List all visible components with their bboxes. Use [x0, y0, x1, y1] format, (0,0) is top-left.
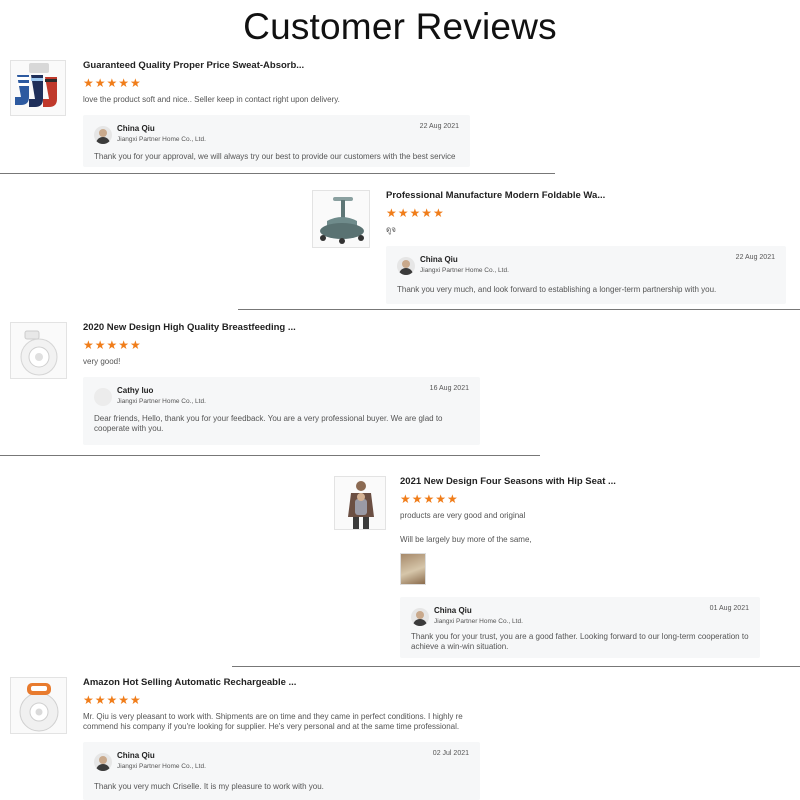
review-text: ดูจ	[386, 225, 396, 234]
reply-date: 02 Jul 2021	[432, 750, 469, 757]
review-text: love the product soft and nice.. Seller …	[83, 95, 340, 104]
product-title[interactable]: 2020 New Design High Quality Breastfeedi…	[83, 322, 296, 334]
seller-company: Jiangxi Partner Home Co., Ltd.	[434, 618, 523, 625]
socks-product-image	[11, 61, 65, 115]
product-thumbnail[interactable]	[10, 677, 67, 734]
reply-message: Thank you for your trust, you are a good…	[411, 632, 749, 651]
review-card: 2020 New Design High Quality Breastfeedi…	[10, 322, 490, 450]
product-thumbnail[interactable]	[334, 476, 386, 530]
seller-company: Jiangxi Partner Home Co., Ltd.	[117, 763, 206, 770]
star-rating: ★★★★★	[83, 693, 142, 707]
breast-pump-product-image	[11, 323, 66, 378]
divider	[0, 173, 555, 174]
seller-avatar	[94, 753, 112, 771]
seller-name: China Qiu	[117, 751, 155, 760]
review-card: Professional Manufacture Modern Foldable…	[312, 190, 790, 308]
divider	[238, 309, 800, 310]
seller-reply: China Qiu Jiangxi Partner Home Co., Ltd.…	[400, 597, 760, 658]
reply-date: 22 Aug 2021	[735, 254, 775, 261]
seller-avatar	[94, 388, 112, 406]
divider	[232, 666, 800, 667]
baby-carrier-product-image	[335, 477, 385, 529]
seller-company: Jiangxi Partner Home Co., Ltd.	[420, 267, 509, 274]
seller-avatar	[411, 608, 429, 626]
product-title[interactable]: 2021 New Design Four Seasons with Hip Se…	[400, 476, 616, 488]
star-rating: ★★★★★	[83, 76, 142, 90]
star-rating: ★★★★★	[386, 206, 445, 220]
seller-company: Jiangxi Partner Home Co., Ltd.	[117, 398, 206, 405]
review-text: very good!	[83, 357, 121, 366]
seller-name: Cathy luo	[117, 386, 154, 395]
product-thumbnail[interactable]	[10, 60, 66, 116]
reply-message: Thank you very much, and look forward to…	[397, 285, 717, 294]
wearable-pump-product-image	[11, 678, 66, 733]
product-thumbnail[interactable]	[312, 190, 370, 248]
seller-name: China Qiu	[434, 606, 472, 615]
reply-date: 22 Aug 2021	[419, 123, 459, 130]
product-title[interactable]: Amazon Hot Selling Automatic Rechargeabl…	[83, 677, 467, 689]
review-card: Amazon Hot Selling Automatic Rechargeabl…	[10, 677, 480, 800]
product-title[interactable]: Guaranteed Quality Proper Price Sweat-Ab…	[83, 60, 340, 72]
seller-avatar	[397, 257, 415, 275]
reply-date: 01 Aug 2021	[709, 605, 749, 612]
seller-reply: Cathy luo Jiangxi Partner Home Co., Ltd.…	[83, 377, 480, 445]
seller-name: China Qiu	[420, 255, 458, 264]
product-title[interactable]: Professional Manufacture Modern Foldable…	[386, 190, 605, 202]
seller-reply: China Qiu Jiangxi Partner Home Co., Ltd.…	[83, 115, 470, 167]
baby-walker-product-image	[313, 191, 369, 247]
divider	[0, 455, 540, 456]
seller-reply: China Qiu Jiangxi Partner Home Co., Ltd.…	[83, 742, 480, 800]
star-rating: ★★★★★	[83, 338, 142, 352]
reply-message: Thank you for your approval, we will alw…	[94, 152, 456, 161]
seller-name: China Qiu	[117, 124, 155, 133]
review-text: Mr. Qiu is very pleasant to work with. S…	[83, 712, 463, 731]
reply-message: Dear friends, Hello, thank you for your …	[94, 414, 443, 433]
review-card: 2021 New Design Four Seasons with Hip Se…	[334, 476, 762, 660]
review-card: Guaranteed Quality Proper Price Sweat-Ab…	[10, 60, 480, 172]
star-rating: ★★★★★	[400, 492, 459, 506]
seller-company: Jiangxi Partner Home Co., Ltd.	[117, 136, 206, 143]
page-title: Customer Reviews	[243, 6, 557, 47]
product-thumbnail[interactable]	[10, 322, 67, 379]
seller-reply: China Qiu Jiangxi Partner Home Co., Ltd.…	[386, 246, 786, 304]
reply-message: Thank you very much Criselle. It is my p…	[94, 782, 324, 791]
review-text: products are very good and original	[400, 511, 526, 520]
seller-avatar	[94, 126, 112, 144]
review-extra-text: Will be largely buy more of the same,	[400, 535, 532, 544]
review-photo[interactable]	[400, 553, 426, 585]
reply-date: 16 Aug 2021	[429, 385, 469, 392]
